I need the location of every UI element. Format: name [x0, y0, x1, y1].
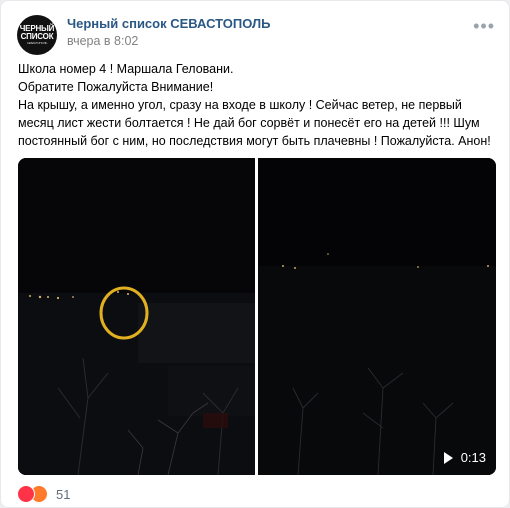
post-text: Школа номер 4 ! Маршала Геловани. Обрати…	[18, 60, 498, 150]
avatar-line-2: СПИСОК	[20, 32, 54, 41]
reactions-count: 51	[56, 486, 71, 502]
post-text-line: На крышу, а именно угол, сразу на входе …	[18, 98, 491, 148]
photo-night-school[interactable]	[18, 158, 255, 475]
more-horizontal-icon[interactable]: •••	[473, 17, 495, 35]
author-name[interactable]: Черный список СЕВАСТОПОЛЬ	[67, 16, 270, 31]
reactions-bar[interactable]: 51	[17, 485, 70, 503]
video-duration: 0:13	[443, 450, 486, 465]
play-icon[interactable]	[443, 451, 453, 464]
post-time[interactable]: вчера в 8:02	[67, 34, 138, 48]
post-text-line: Обратите Пожалуйста Внимание!	[18, 80, 214, 94]
avatar-small-text: СЕВАСТОПОЛЬ	[26, 41, 48, 45]
duration-label: 0:13	[460, 450, 486, 465]
community-avatar[interactable]: ЧЕРНЫЙ СПИСОК СЕВАСТОПОЛЬ	[17, 15, 57, 55]
video-night-school[interactable]: 0:13	[258, 158, 496, 475]
post-card: ЧЕРНЫЙ СПИСОК СЕВАСТОПОЛЬ Черный список …	[0, 0, 510, 508]
heart-icon	[17, 485, 35, 503]
post-text-line: Школа номер 4 ! Маршала Геловани.	[18, 62, 234, 76]
